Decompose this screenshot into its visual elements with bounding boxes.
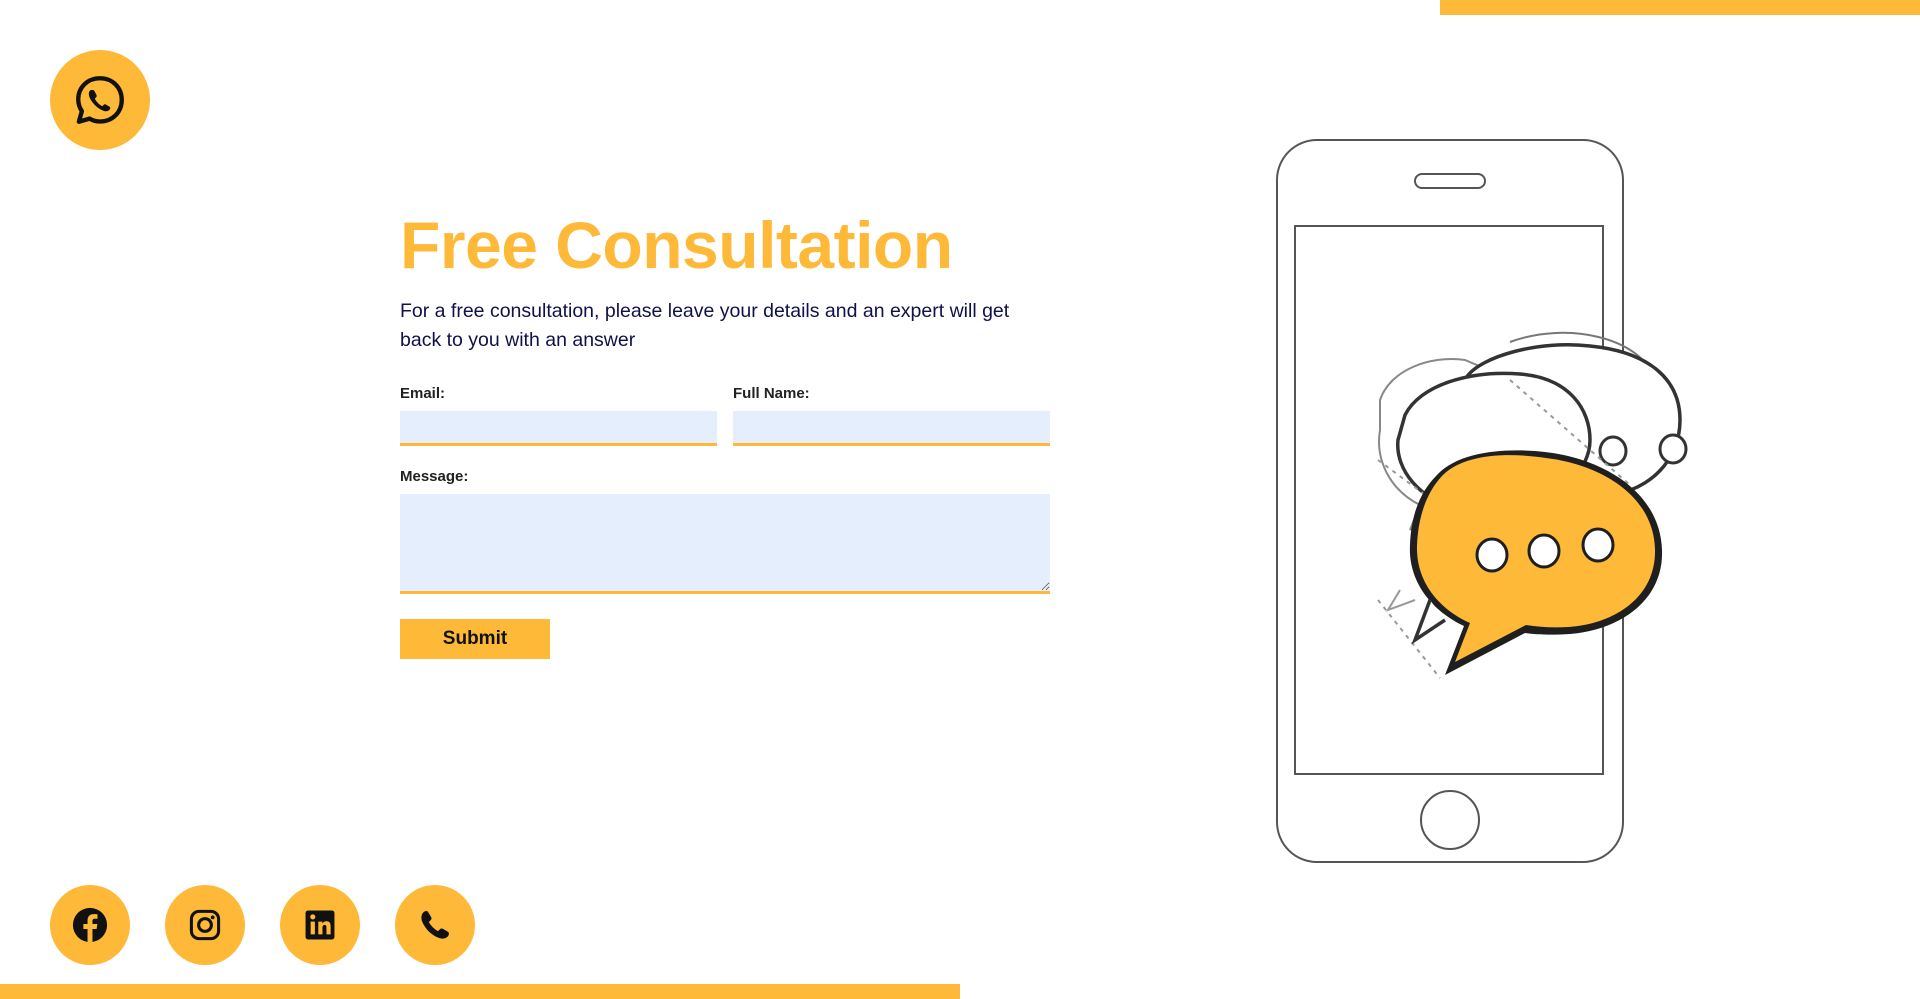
social-links <box>50 885 475 965</box>
message-field-group: Message: <box>400 468 1050 594</box>
facebook-button[interactable] <box>50 885 130 965</box>
message-field[interactable] <box>400 494 1050 594</box>
facebook-icon <box>72 907 108 943</box>
whatsapp-icon <box>76 76 124 124</box>
instagram-icon <box>189 909 221 941</box>
submit-button[interactable]: Submit <box>400 619 550 659</box>
phone-icon <box>421 911 449 939</box>
phone-chat-illustration-svg <box>1276 139 1688 863</box>
fullname-field[interactable] <box>733 411 1050 446</box>
linkedin-button[interactable] <box>280 885 360 965</box>
phone-button[interactable] <box>395 885 475 965</box>
message-label: Message: <box>400 468 469 485</box>
contact-fields-row: Email: Full Name: <box>400 385 1050 446</box>
fullname-label: Full Name: <box>733 385 810 402</box>
page-title: Free Consultation <box>400 208 953 282</box>
form-description: For a free consultation, please leave yo… <box>400 300 1010 351</box>
email-field[interactable] <box>400 411 717 446</box>
whatsapp-button[interactable] <box>50 50 150 150</box>
top-accent-bar <box>1440 0 1920 15</box>
bottom-accent-bar <box>0 984 960 999</box>
email-label: Email: <box>400 385 446 402</box>
consultation-form: Free Consultation For a free consultatio… <box>400 205 1050 659</box>
instagram-button[interactable] <box>165 885 245 965</box>
fullname-field-group: Full Name: <box>733 385 1050 446</box>
phone-chat-illustration <box>1270 130 1750 870</box>
email-field-group: Email: <box>400 385 717 446</box>
linkedin-icon <box>305 910 335 940</box>
